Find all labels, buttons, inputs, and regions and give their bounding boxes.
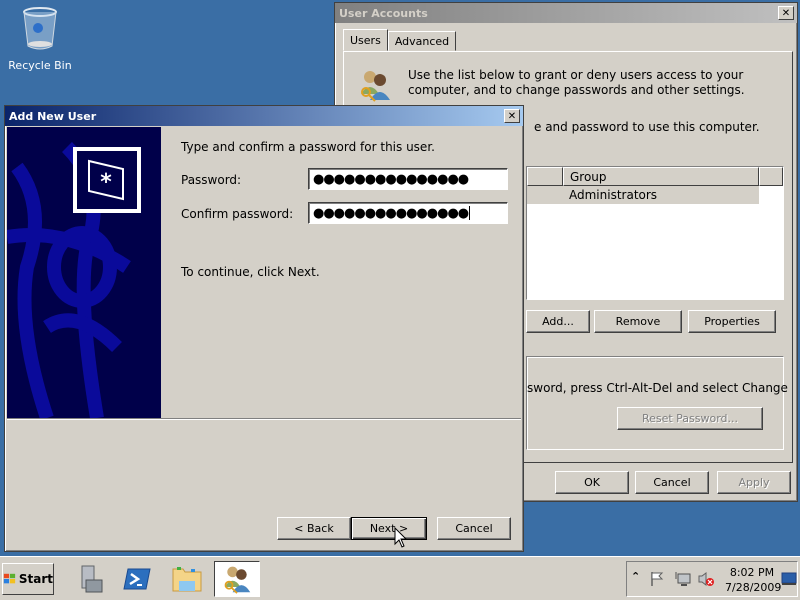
recycle-bin-label: Recycle Bin — [8, 59, 72, 72]
recycle-bin-icon — [23, 7, 57, 50]
close-button[interactable]: ✕ — [504, 109, 520, 123]
system-tray: ⌃ 8:02 PM 7/28/2009 — [626, 561, 798, 597]
taskbar-windows-explorer[interactable] — [164, 561, 210, 597]
continue-text: To continue, click Next. — [181, 265, 320, 279]
text-caret — [469, 206, 471, 220]
svg-text:*: * — [100, 170, 112, 195]
start-button[interactable]: Start — [2, 563, 54, 595]
column-header-username[interactable] — [527, 167, 563, 186]
password-group-text: sword, press Ctrl-Alt-Del and select Cha… — [527, 381, 788, 395]
add-new-user-dialog: Add New User ✕ * Type and confirm a pass… — [4, 105, 524, 552]
apply-button[interactable]: Apply — [717, 471, 791, 494]
user-accounts-titlebar[interactable]: User Accounts ✕ — [335, 3, 797, 23]
back-button[interactable]: < Back — [277, 517, 351, 540]
tab-strip: Users Advanced — [343, 29, 457, 51]
users-key-icon — [361, 71, 390, 102]
ok-button[interactable]: OK — [555, 471, 629, 494]
close-button[interactable]: ✕ — [778, 6, 794, 20]
dialog-title: Add New User — [9, 109, 97, 123]
start-label: Start — [18, 572, 53, 586]
window-title: User Accounts — [339, 6, 428, 20]
taskbar: Start ⌃ 8:02 PM 7/28/2009 — [0, 556, 800, 600]
instruction-text: Type and confirm a password for this use… — [181, 140, 435, 154]
intro-text: Use the list below to grant or deny user… — [408, 68, 745, 97]
password-groupbox: sword, press Ctrl-Alt-Del and select Cha… — [526, 356, 788, 450]
recycle-bin[interactable]: Recycle Bin — [8, 6, 72, 72]
confirm-password-value: ●●●●●●●●●●●●●●● — [313, 205, 469, 221]
mouse-pointer-icon — [394, 527, 408, 548]
wizard-side-image: * — [7, 127, 161, 418]
add-user-button[interactable]: Add... — [526, 310, 590, 333]
password-label: Password: — [181, 173, 242, 187]
action-center-flag-icon[interactable] — [649, 571, 665, 587]
close-icon: ✕ — [781, 7, 791, 19]
tab-users[interactable]: Users — [343, 29, 388, 51]
clock-date: 7/28/2009 — [725, 581, 782, 594]
list-item[interactable]: Administrators — [527, 186, 759, 204]
reset-password-button[interactable]: Reset Password... — [617, 407, 763, 430]
cancel-button[interactable]: Cancel — [635, 471, 709, 494]
confirm-password-label: Confirm password: — [181, 207, 294, 221]
properties-button[interactable]: Properties — [688, 310, 776, 333]
folder-icon — [172, 567, 202, 592]
confirm-password-field[interactable]: ●●●●●●●●●●●●●●● — [308, 202, 508, 224]
tab-advanced[interactable]: Advanced — [387, 31, 457, 51]
password-value: ●●●●●●●●●●●●●●● — [313, 171, 469, 187]
users-description: e and password to use this computer. — [534, 120, 760, 134]
user-group: Administrators — [569, 188, 658, 202]
volume-muted-icon[interactable] — [697, 571, 715, 587]
next-button[interactable]: Next > — [351, 517, 427, 540]
users-key-icon — [224, 566, 251, 594]
users-list[interactable]: Group Administrators — [526, 166, 784, 300]
column-header-group[interactable]: Group — [563, 167, 759, 186]
add-new-user-titlebar[interactable]: Add New User ✕ — [5, 106, 523, 126]
server-manager-icon — [81, 565, 103, 593]
clock[interactable]: 8:02 PM 7/28/2009 — [725, 565, 782, 595]
taskbar-user-accounts[interactable] — [214, 561, 260, 597]
close-icon: ✕ — [507, 110, 517, 122]
password-field[interactable]: ●●●●●●●●●●●●●●● — [308, 168, 508, 190]
list-header: Group — [527, 167, 783, 186]
taskbar-powershell[interactable] — [114, 561, 160, 597]
windows-logo-icon — [3, 573, 16, 584]
powershell-icon — [123, 568, 151, 590]
remove-user-button[interactable]: Remove — [594, 310, 682, 333]
wizard-figure-art: * — [7, 127, 161, 418]
network-icon[interactable] — [673, 571, 691, 587]
divider — [7, 418, 521, 420]
show-hidden-icons-chevron-icon[interactable]: ⌃ — [631, 570, 640, 583]
clock-time: 8:02 PM — [729, 566, 775, 579]
show-desktop-icon[interactable] — [781, 572, 797, 586]
column-header-filler — [759, 167, 783, 186]
cancel-button[interactable]: Cancel — [437, 517, 511, 540]
taskbar-server-manager[interactable] — [66, 561, 112, 597]
